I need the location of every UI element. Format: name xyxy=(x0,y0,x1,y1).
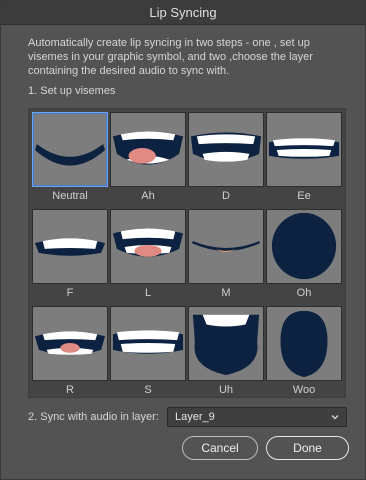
viseme-d[interactable]: D xyxy=(188,112,264,203)
viseme-label: S xyxy=(144,384,152,396)
mouth-woo-icon xyxy=(266,306,342,381)
viseme-label: D xyxy=(222,190,230,202)
cancel-button[interactable]: Cancel xyxy=(182,436,258,460)
viseme-label: L xyxy=(144,287,152,299)
viseme-label: M xyxy=(221,287,231,299)
done-button[interactable]: Done xyxy=(266,436,349,460)
chevron-down-icon xyxy=(331,415,339,420)
viseme-ah[interactable]: Ah xyxy=(110,112,186,203)
viseme-neutral[interactable]: Neutral xyxy=(32,112,108,203)
mouth-l-icon xyxy=(110,209,186,284)
mouth-r-icon xyxy=(32,306,108,381)
step1-label: 1. Set up visemes xyxy=(28,85,116,97)
mouth-oh-icon xyxy=(266,209,342,284)
viseme-oh[interactable]: Oh xyxy=(266,209,342,300)
viseme-label: Ah xyxy=(141,190,155,202)
mouth-ee-icon xyxy=(266,112,342,187)
viseme-m[interactable]: M xyxy=(188,209,264,300)
mouth-ah-icon xyxy=(110,112,186,187)
visemes-grid: Neutral Ah D Ee F L M Oh R S Uh Woo xyxy=(28,108,346,398)
audio-layer-select[interactable]: Layer_9 xyxy=(167,407,347,427)
viseme-f[interactable]: F xyxy=(32,209,108,300)
dialog-title: Lip Syncing xyxy=(1,1,365,25)
mouth-m-icon xyxy=(188,209,264,284)
viseme-s[interactable]: S xyxy=(110,306,186,397)
mouth-d-icon xyxy=(188,112,264,187)
viseme-label: Neutral xyxy=(52,190,88,202)
mouth-neutral-icon xyxy=(32,112,108,187)
viseme-l[interactable]: L xyxy=(110,209,186,300)
viseme-label: Woo xyxy=(292,384,316,396)
viseme-r[interactable]: R xyxy=(32,306,108,397)
mouth-uh-icon xyxy=(188,306,264,381)
description-text: Automatically create lip syncing in two … xyxy=(28,37,313,77)
lip-syncing-dialog: Lip Syncing Automatically create lip syn… xyxy=(0,0,366,480)
viseme-uh[interactable]: Uh xyxy=(188,306,264,397)
selected-layer-value: Layer_9 xyxy=(175,411,215,423)
mouth-f-icon xyxy=(32,209,108,284)
viseme-label: Uh xyxy=(218,384,234,396)
viseme-label: F xyxy=(66,287,74,299)
viseme-woo[interactable]: Woo xyxy=(266,306,342,397)
viseme-label: Ee xyxy=(297,190,311,202)
viseme-ee[interactable]: Ee xyxy=(266,112,342,203)
mouth-s-icon xyxy=(110,306,186,381)
viseme-label: R xyxy=(66,384,74,396)
viseme-label: Oh xyxy=(296,287,312,299)
step2-label: 2. Sync with audio in layer: xyxy=(28,411,159,423)
